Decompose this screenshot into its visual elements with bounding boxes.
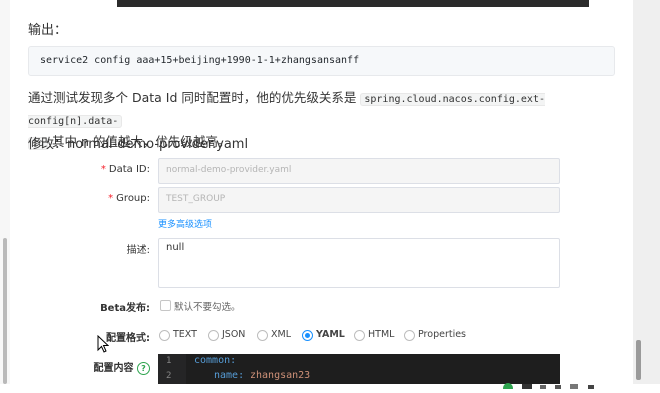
beta-checkbox[interactable] — [160, 300, 171, 311]
code-key: common: — [194, 355, 237, 366]
line-number: 2 — [166, 371, 172, 381]
format-radio-yaml[interactable] — [302, 330, 313, 341]
description-label: 描述: — [126, 245, 150, 256]
mouse-cursor-icon — [97, 335, 109, 353]
format-option-yaml[interactable]: YAML — [316, 329, 345, 340]
description-textarea[interactable]: null — [158, 238, 560, 288]
right-scrollbar[interactable] — [633, 0, 660, 384]
format-radio-text[interactable] — [159, 330, 170, 341]
required-mark: * — [108, 193, 114, 204]
config-form-screenshot: * Data ID: normal-demo-provider.yaml * Gro… — [60, 155, 560, 384]
code-line: service2 config aaa+15+beijing+1990-1-1+… — [40, 55, 360, 66]
format-option-text[interactable]: TEXT — [173, 329, 197, 340]
group-input[interactable]: TEST_GROUP — [158, 187, 560, 213]
tray-icons — [503, 383, 594, 393]
content-label: 配置内容 ? — [60, 359, 150, 375]
format-radio-html[interactable] — [354, 330, 365, 341]
modify-heading: 修改：normal-demo-provider.yaml — [28, 137, 249, 152]
editor-gutter: 1 2 — [158, 354, 186, 384]
format-radio-properties[interactable] — [404, 330, 415, 341]
dataid-label: * Data ID: — [100, 164, 150, 175]
format-option-xml[interactable]: XML — [271, 329, 291, 340]
advanced-options-link[interactable]: 更多高级选项 — [158, 217, 212, 230]
code-value: zhangsan23 — [250, 370, 311, 381]
required-mark: * — [100, 164, 106, 175]
left-scroll-thumb[interactable] — [3, 238, 7, 384]
right-scroll-thumb[interactable] — [636, 340, 641, 380]
embedded-image-bottom-edge — [117, 0, 589, 7]
code-block: service2 config aaa+15+beijing+1990-1-1+… — [28, 46, 615, 76]
para-text-1: 通过测试发现多个 Data Id 同时配置时，他的优先级关系是 — [28, 90, 357, 105]
help-icon[interactable]: ? — [137, 361, 150, 375]
format-option-html[interactable]: HTML — [368, 329, 394, 340]
format-option-properties[interactable]: Properties — [418, 329, 466, 340]
system-tray-partial — [500, 374, 604, 393]
dataid-input[interactable]: normal-demo-provider.yaml — [158, 158, 560, 184]
line-number: 1 — [166, 356, 172, 366]
group-label: * Group: — [108, 193, 150, 204]
format-radio-json[interactable] — [208, 330, 219, 341]
code-key: name: — [214, 370, 245, 381]
beta-label: Beta发布: — [100, 303, 150, 314]
format-radio-xml[interactable] — [257, 330, 268, 341]
output-heading: 输出： — [28, 23, 68, 38]
left-scrollbar[interactable] — [0, 0, 10, 384]
beta-checkbox-label: 默认不要勾选。 — [174, 302, 241, 313]
format-option-json[interactable]: JSON — [222, 329, 245, 340]
